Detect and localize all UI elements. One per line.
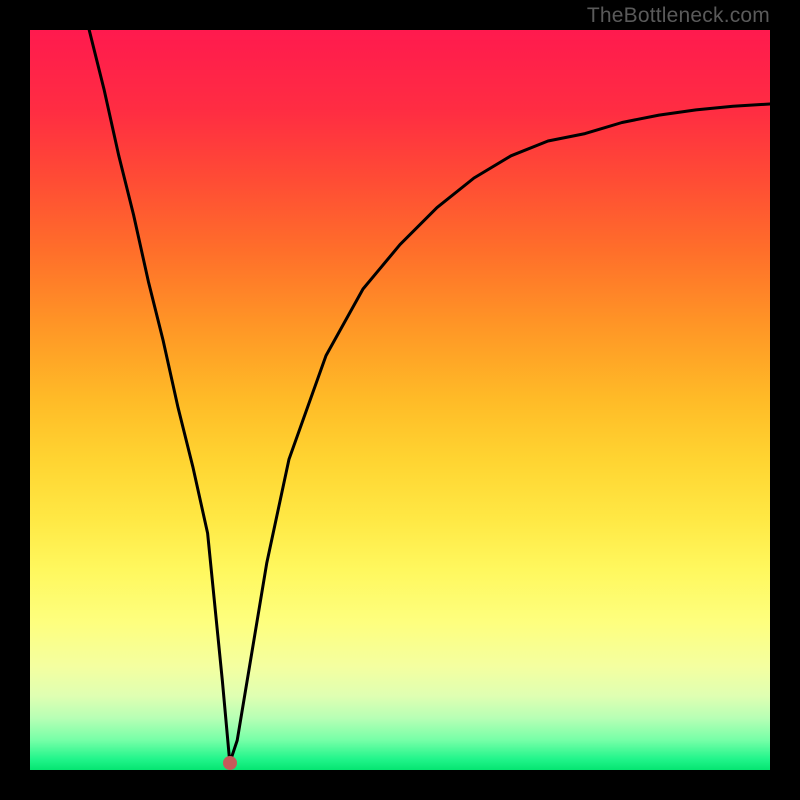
chart-frame: TheBottleneck.com <box>0 0 800 800</box>
bottleneck-curve <box>30 30 770 770</box>
plot-area <box>30 30 770 770</box>
watermark-text: TheBottleneck.com <box>587 4 770 28</box>
optimal-point-marker <box>223 756 237 770</box>
